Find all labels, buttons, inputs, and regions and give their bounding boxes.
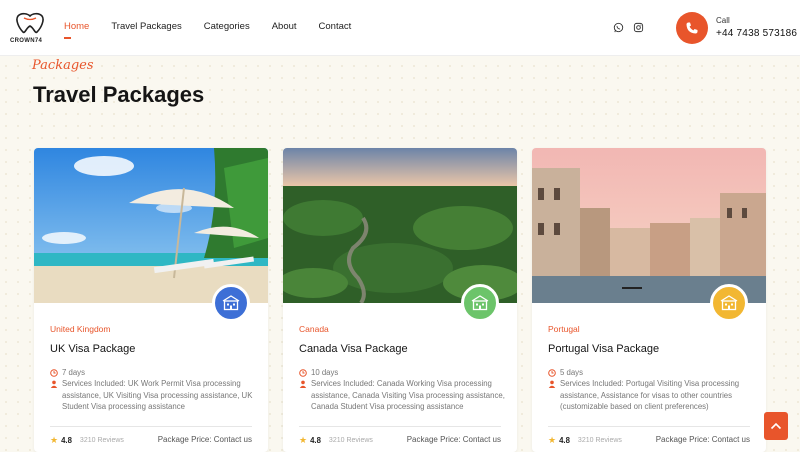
card-badge-portugal: [710, 284, 748, 322]
scroll-to-top-button[interactable]: [764, 412, 788, 440]
duration-text: 5 days: [560, 368, 583, 377]
services-text: Services Included: Canada Working Visa p…: [311, 379, 505, 411]
card-country: Portugal: [548, 324, 580, 334]
card-divider: [50, 426, 252, 427]
user-icon: [299, 380, 307, 388]
card-services: Services Included: Canada Working Visa p…: [299, 378, 509, 413]
building-icon: [720, 295, 738, 311]
clock-icon: [50, 369, 58, 377]
nav-contact[interactable]: Contact: [319, 21, 352, 32]
package-price: Package Price: Contact us: [655, 435, 750, 444]
star-icon: ★: [50, 435, 59, 445]
call-label: Call: [716, 16, 730, 25]
site-header: CROWN74 Home Travel Packages Categories …: [0, 0, 800, 56]
review-count: 3210 Reviews: [577, 437, 622, 444]
card-title[interactable]: Canada Visa Package: [299, 343, 408, 355]
nav-home[interactable]: Home: [64, 21, 89, 39]
user-icon: [50, 380, 58, 388]
star-icon: ★: [299, 435, 308, 445]
clock-icon: [548, 369, 556, 377]
card-badge-canada: [461, 284, 499, 322]
tooth-logo-icon: [16, 12, 44, 34]
star-icon: ★: [548, 435, 557, 445]
nav-categories[interactable]: Categories: [204, 21, 250, 32]
card-duration: 5 days: [548, 367, 583, 379]
card-badge-uk: [212, 284, 250, 322]
beach-umbrella-image: [34, 148, 268, 303]
call-number[interactable]: +44 7438 573186: [716, 28, 797, 39]
card-duration: 10 days: [299, 367, 338, 379]
services-text: Services Included: UK Work Permit Visa p…: [62, 379, 253, 411]
review-count: 3210 Reviews: [79, 437, 124, 444]
rating-score: 4.8: [559, 436, 570, 445]
package-price: Package Price: Contact us: [157, 435, 252, 444]
package-price: Package Price: Contact us: [406, 435, 501, 444]
services-text: Services Included: Portugal Visiting Vis…: [560, 379, 740, 411]
call-button[interactable]: [676, 12, 708, 44]
card-title[interactable]: UK Visa Package: [50, 343, 135, 355]
clock-icon: [299, 369, 307, 377]
site-logo[interactable]: CROWN74: [10, 12, 50, 44]
card-country: Canada: [299, 324, 329, 334]
building-icon: [222, 295, 240, 311]
section-eyebrow: Packages: [32, 58, 94, 73]
card-duration: 7 days: [50, 367, 85, 379]
rating-score: 4.8: [61, 436, 72, 445]
card-services: Services Included: Portugal Visiting Vis…: [548, 378, 758, 413]
card-divider: [299, 426, 501, 427]
venice-canal-image: [532, 148, 766, 303]
forest-river-image: [283, 148, 517, 303]
review-count: 3210 Reviews: [328, 437, 373, 444]
chevron-up-icon: [770, 422, 782, 430]
card-rating: ★ 4.8 3210 Reviews: [548, 435, 622, 446]
user-icon: [548, 380, 556, 388]
nav-travel-packages[interactable]: Travel Packages: [111, 21, 181, 32]
card-divider: [548, 426, 750, 427]
card-services: Services Included: UK Work Permit Visa p…: [50, 378, 260, 413]
card-rating: ★ 4.8 3210 Reviews: [299, 435, 373, 446]
duration-text: 7 days: [62, 368, 85, 377]
whatsapp-icon[interactable]: [613, 22, 624, 33]
building-icon: [471, 295, 489, 311]
main-nav: Home Travel Packages Categories About Co…: [64, 21, 373, 39]
card-title[interactable]: Portugal Visa Package: [548, 343, 659, 355]
phone-icon: [686, 22, 698, 34]
card-country: United Kingdom: [50, 324, 111, 334]
logo-text: CROWN74: [10, 38, 43, 44]
instagram-icon[interactable]: [633, 22, 644, 33]
rating-score: 4.8: [310, 436, 321, 445]
nav-about[interactable]: About: [272, 21, 297, 32]
duration-text: 10 days: [311, 368, 339, 377]
page-title: Travel Packages: [33, 82, 205, 107]
card-rating: ★ 4.8 3210 Reviews: [50, 435, 124, 446]
